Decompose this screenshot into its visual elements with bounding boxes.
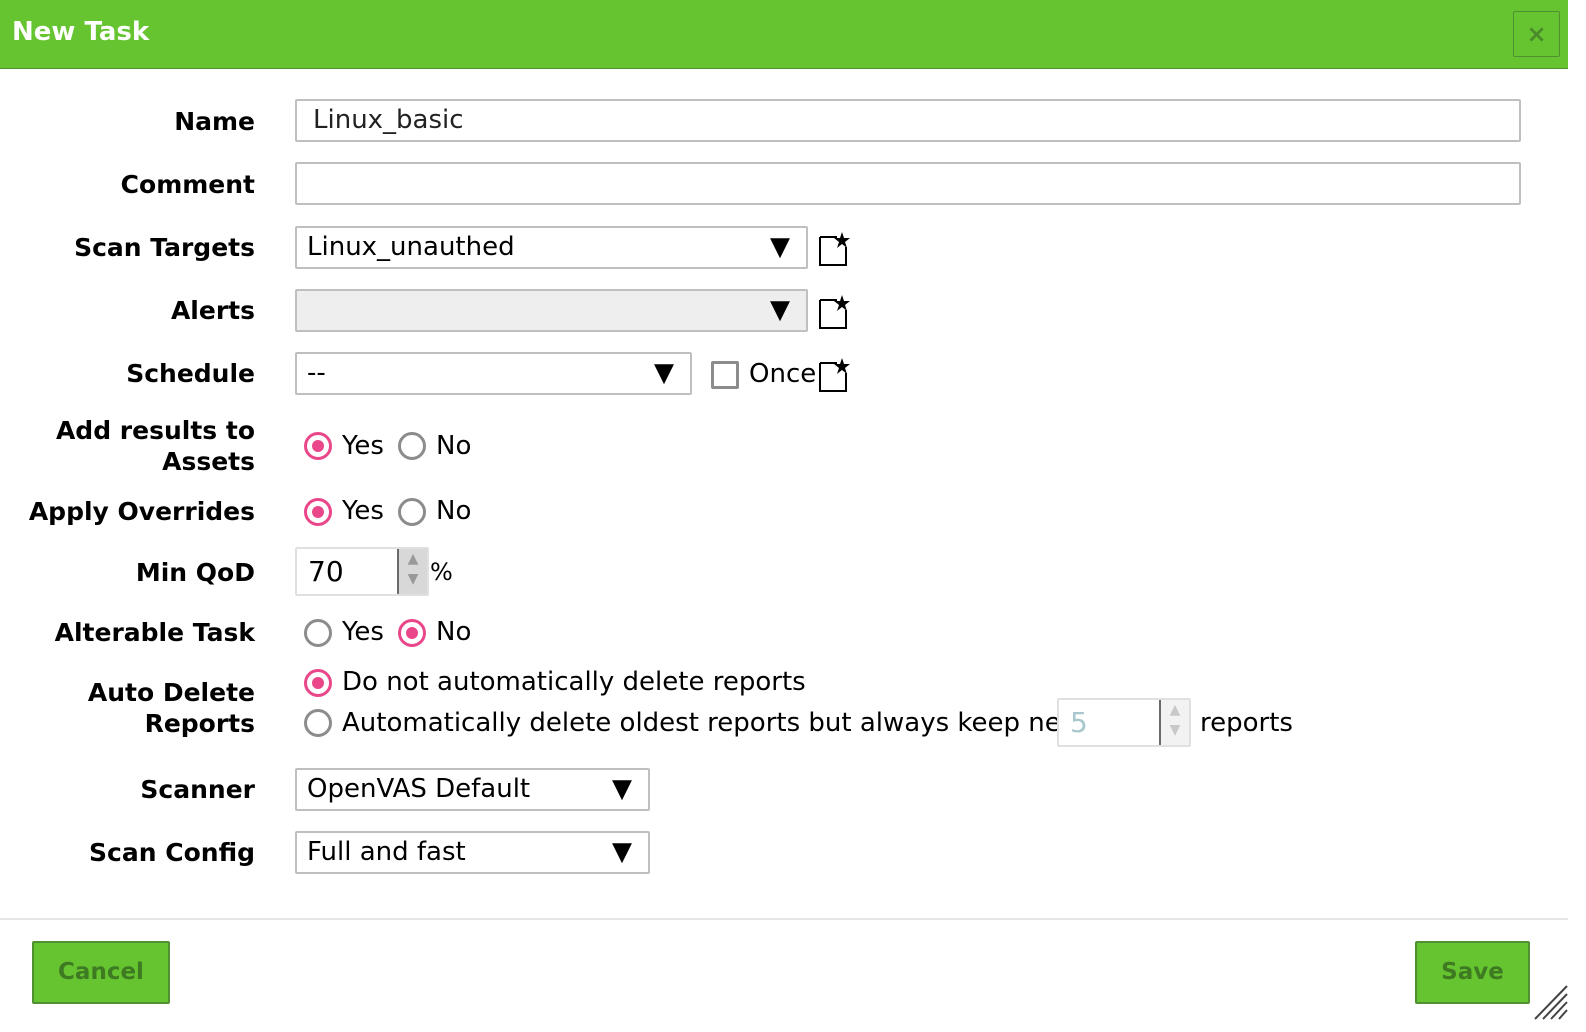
new-alert-icon[interactable] [817, 294, 851, 330]
dropdown-arrow-icon: ▼ [612, 837, 632, 867]
auto-delete-delete-label: Automatically delete oldest reports but … [342, 708, 1122, 738]
spinner-buttons[interactable]: ▲ ▼ [1159, 700, 1189, 745]
cancel-button[interactable]: Cancel [32, 941, 170, 1004]
once-label: Once [749, 359, 817, 389]
auto-delete-label-line2: Reports [144, 709, 255, 738]
min-qod-spinner[interactable]: 70 ▲ ▼ [295, 547, 429, 596]
alterable-task-yes-label: Yes [342, 617, 384, 647]
alterable-task-yes-radio[interactable] [304, 619, 332, 647]
schedule-value: -- [307, 358, 326, 388]
scan-config-value: Full and fast [307, 837, 466, 867]
alterable-task-no-radio[interactable] [398, 619, 426, 647]
min-qod-unit: % [430, 558, 453, 586]
alerts-label: Alerts [170, 296, 255, 325]
auto-delete-label-line1: Auto Delete [87, 678, 255, 707]
apply-overrides-no-radio[interactable] [398, 498, 426, 526]
add-results-no-label: No [436, 431, 472, 461]
add-results-label-line2: Assets [162, 447, 255, 476]
close-icon: × [1526, 20, 1547, 48]
scan-config-select[interactable]: Full and fast ▼ [295, 831, 650, 874]
comment-input[interactable] [295, 162, 1521, 205]
keep-count-suffix: reports [1200, 708, 1293, 738]
scanner-value: OpenVAS Default [307, 774, 531, 804]
add-results-yes-label: Yes [342, 431, 384, 461]
dropdown-arrow-icon: ▼ [770, 232, 790, 262]
min-qod-label: Min QoD [135, 558, 255, 587]
alterable-task-no-label: No [436, 617, 472, 647]
new-schedule-icon[interactable] [817, 357, 851, 393]
new-target-icon[interactable] [817, 231, 851, 267]
scanner-select[interactable]: OpenVAS Default ▼ [295, 768, 650, 811]
spin-up-icon[interactable]: ▲ [1161, 700, 1189, 720]
auto-delete-delete-radio[interactable] [304, 709, 332, 737]
dialog-title-bar: New Task × [0, 0, 1568, 69]
min-qod-value: 70 [308, 555, 344, 588]
apply-overrides-no-label: No [436, 496, 472, 526]
schedule-label: Schedule [126, 359, 255, 388]
spinner-buttons[interactable]: ▲ ▼ [397, 549, 427, 594]
add-results-yes-radio[interactable] [304, 432, 332, 460]
spin-down-icon[interactable]: ▼ [399, 569, 427, 589]
dropdown-arrow-icon: ▼ [770, 295, 790, 325]
resize-handle-icon[interactable] [1533, 982, 1568, 1020]
dialog-title: New Task [12, 17, 150, 47]
scan-targets-value: Linux_unauthed [307, 232, 515, 262]
save-button[interactable]: Save [1415, 941, 1530, 1004]
auto-delete-keep-label: Do not automatically delete reports [342, 667, 806, 697]
apply-overrides-label: Apply Overrides [28, 497, 255, 526]
once-checkbox[interactable] [711, 361, 739, 389]
name-input[interactable]: Linux_basic [295, 99, 1521, 142]
close-button[interactable]: × [1513, 11, 1560, 57]
scanner-label: Scanner [140, 775, 255, 804]
scan-targets-select[interactable]: Linux_unauthed ▼ [295, 226, 808, 269]
name-label: Name [174, 107, 255, 136]
scan-targets-label: Scan Targets [74, 233, 255, 262]
alerts-select[interactable]: ▼ [295, 289, 808, 332]
scan-config-label: Scan Config [89, 838, 255, 867]
auto-delete-keep-radio[interactable] [304, 669, 332, 697]
footer-divider [0, 918, 1568, 920]
keep-count-value: 5 [1070, 706, 1088, 739]
alterable-task-label: Alterable Task [54, 618, 255, 647]
schedule-select[interactable]: -- ▼ [295, 352, 692, 395]
keep-count-spinner[interactable]: 5 ▲ ▼ [1057, 698, 1191, 747]
window-edge [1568, 0, 1586, 1032]
spin-up-icon[interactable]: ▲ [399, 549, 427, 569]
add-results-label-line1: Add results to [55, 416, 255, 445]
dropdown-arrow-icon: ▼ [654, 358, 674, 388]
apply-overrides-yes-label: Yes [342, 496, 384, 526]
dropdown-arrow-icon: ▼ [612, 774, 632, 804]
add-results-no-radio[interactable] [398, 432, 426, 460]
comment-label: Comment [120, 170, 255, 199]
spin-down-icon[interactable]: ▼ [1161, 720, 1189, 740]
apply-overrides-yes-radio[interactable] [304, 498, 332, 526]
